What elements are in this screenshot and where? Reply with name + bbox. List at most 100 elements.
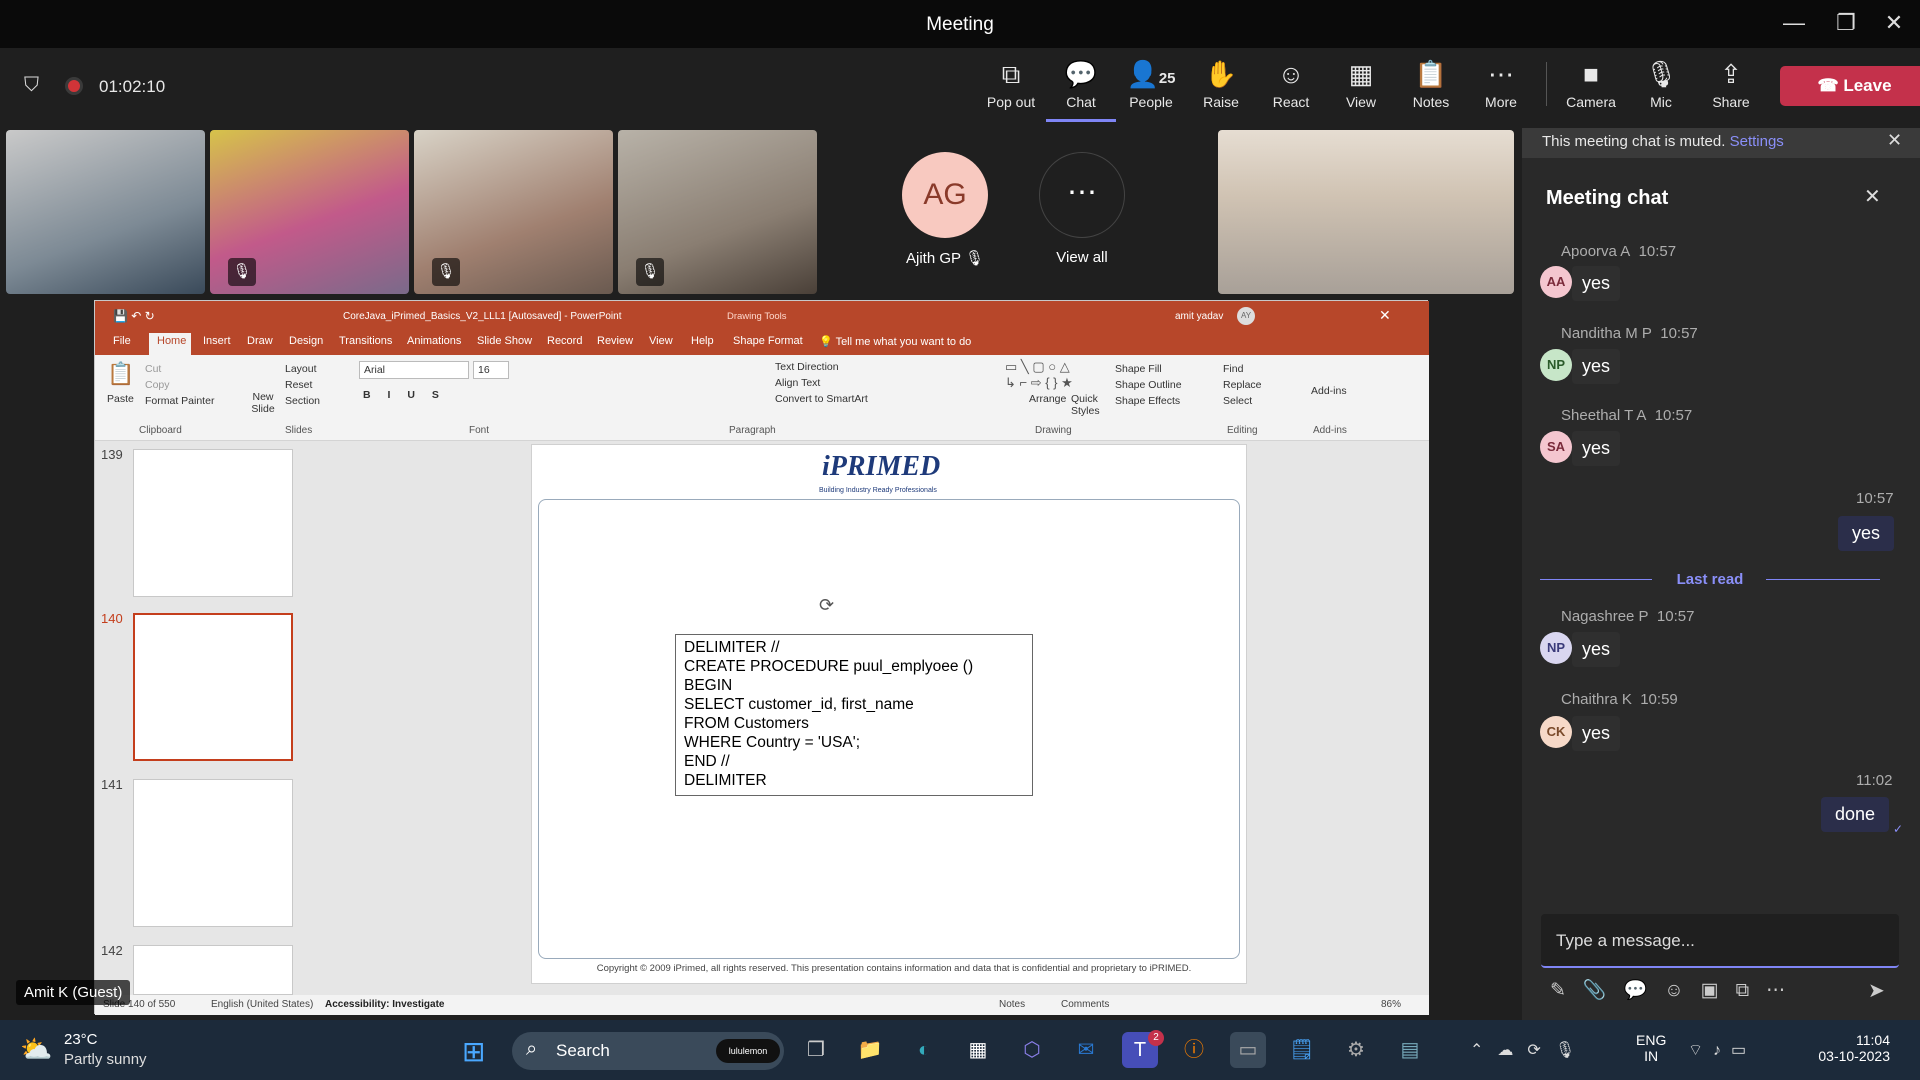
font-name-select[interactable]: Arial — [359, 361, 469, 379]
tab-transitions[interactable]: Transitions — [339, 335, 392, 347]
avatar[interactable]: NP — [1540, 349, 1572, 381]
copy-button[interactable]: Copy — [145, 379, 170, 391]
tray-icons[interactable]: ⌃☁⟳🎙 — [1470, 1040, 1589, 1060]
accessibility-status[interactable]: Accessibility: Investigate — [325, 999, 445, 1010]
camera-button[interactable]: ■ Camera — [1556, 58, 1626, 110]
tab-insert[interactable]: Insert — [203, 335, 231, 347]
window-app-icon[interactable]: ▭ — [1230, 1032, 1266, 1068]
view-button[interactable]: ▦ View — [1326, 58, 1396, 110]
slide-thumb-141[interactable] — [133, 779, 293, 927]
convert-smartart-button[interactable]: Convert to SmartArt — [775, 393, 868, 405]
replace-button[interactable]: Replace — [1223, 379, 1262, 391]
tell-me-box[interactable]: 💡 Tell me what you want to do — [819, 335, 971, 348]
video-tile-1[interactable] — [6, 130, 205, 294]
new-slide-button[interactable]: New Slide — [247, 391, 279, 415]
avatar-ag[interactable]: AG — [902, 152, 988, 238]
tab-file[interactable]: File — [113, 335, 131, 347]
app-icon[interactable]: ⓘ — [1176, 1032, 1212, 1068]
save-icon[interactable]: 💾 ↶ ↻ — [113, 309, 155, 323]
tab-view[interactable]: View — [649, 335, 673, 347]
network-volume-battery-icons[interactable]: ⌔♪▭ — [1688, 1040, 1756, 1060]
cut-button[interactable]: Cut — [145, 363, 161, 375]
addins-button[interactable]: Add-ins — [1311, 385, 1347, 397]
video-tile-2[interactable]: 🎙 — [210, 130, 409, 294]
code-textbox[interactable]: DELIMITER // CREATE PROCEDURE puul_emply… — [675, 634, 1033, 796]
tab-home[interactable]: Home — [157, 335, 186, 347]
layout-button[interactable]: Layout — [285, 363, 317, 375]
shapes-gallery[interactable]: ▭ ╲ ▢ ○ △ ↳ ⌐ ⇨ { } ★ — [1005, 359, 1073, 391]
notes-status-button[interactable]: Notes — [999, 999, 1025, 1010]
tab-shape-format[interactable]: Shape Format — [733, 335, 803, 347]
tab-draw[interactable]: Draw — [247, 335, 273, 347]
minimize-icon[interactable]: — — [1774, 10, 1814, 36]
outlook-icon[interactable]: ✉ — [1068, 1032, 1104, 1068]
close-banner-icon[interactable]: ✕ — [1887, 130, 1902, 151]
rotate-handle-icon[interactable]: ⟳ — [819, 595, 834, 616]
avatar[interactable]: CK — [1540, 716, 1572, 748]
shape-effects-button[interactable]: Shape Effects — [1115, 395, 1180, 407]
view-all-button[interactable]: ⋯ — [1039, 152, 1125, 238]
react-button[interactable]: ☺ React — [1256, 58, 1326, 110]
taskview-icon[interactable]: ❐ — [798, 1032, 834, 1068]
my-chat-message[interactable]: done — [1821, 797, 1890, 832]
copilot-icon[interactable]: ⬡ — [1014, 1032, 1050, 1068]
more-button[interactable]: ⋯ More — [1466, 58, 1536, 110]
leave-button[interactable]: ☎ Leave — [1780, 66, 1920, 106]
notes-button[interactable]: 📋 Notes — [1396, 58, 1466, 110]
find-button[interactable]: Find — [1223, 363, 1243, 375]
share-button[interactable]: ⇪ Share — [1696, 58, 1766, 110]
avatar[interactable]: SA — [1540, 431, 1572, 463]
folder-icon[interactable]: 📁 — [852, 1032, 888, 1068]
tab-review[interactable]: Review — [597, 335, 633, 347]
tab-record[interactable]: Record — [547, 335, 582, 347]
chat-message[interactable]: yes — [1572, 266, 1621, 301]
video-tile-4[interactable]: 🎙 — [618, 130, 817, 294]
chat-message[interactable]: yes — [1572, 431, 1621, 466]
send-icon[interactable]: ➤ — [1868, 978, 1885, 1003]
people-button[interactable]: 👤25 People — [1116, 58, 1186, 110]
avatar[interactable]: NP — [1540, 632, 1572, 664]
paste-icon[interactable]: 📋 — [107, 361, 134, 387]
clock[interactable]: 11:04 03-10-2023 — [1790, 1032, 1890, 1064]
select-button[interactable]: Select — [1223, 395, 1252, 407]
avatar[interactable]: AA — [1540, 266, 1572, 298]
tab-help[interactable]: Help — [691, 335, 714, 347]
chat-message[interactable]: yes — [1572, 632, 1621, 667]
restore-icon[interactable]: ❐ — [1826, 10, 1866, 36]
format-painter-button[interactable]: Format Painter — [145, 395, 214, 407]
raise-button[interactable]: ✋ Raise — [1186, 58, 1256, 110]
my-chat-message[interactable]: yes — [1838, 516, 1895, 551]
edge-icon[interactable]: ◐ — [906, 1032, 942, 1068]
font-size-select[interactable]: 16 — [473, 361, 509, 379]
reset-button[interactable]: Reset — [285, 379, 312, 391]
chat-message[interactable]: yes — [1572, 716, 1621, 751]
language-status[interactable]: English (United States) — [211, 999, 313, 1010]
arrange-button[interactable]: Arrange — [1029, 393, 1066, 405]
paste-button[interactable]: Paste — [107, 393, 134, 405]
notepad-icon[interactable]: 🗒 — [1284, 1032, 1320, 1068]
chat-button[interactable]: 💬 Chat — [1046, 58, 1116, 122]
slide-thumb-139[interactable] — [133, 449, 293, 597]
comments-status-button[interactable]: Comments — [1061, 999, 1109, 1010]
video-tile-3[interactable]: 🎙 — [414, 130, 613, 294]
video-tile-self[interactable] — [1218, 130, 1514, 294]
tab-animations[interactable]: Animations — [407, 335, 461, 347]
mic-button[interactable]: 🎙 Mic — [1626, 58, 1696, 110]
start-icon[interactable]: ⊞ — [462, 1035, 485, 1068]
shape-outline-button[interactable]: Shape Outline — [1115, 379, 1182, 391]
ppt-close-icon[interactable]: ✕ — [1379, 307, 1391, 324]
weather-temp[interactable]: 23°C — [64, 1031, 98, 1048]
close-chat-icon[interactable]: ✕ — [1864, 184, 1881, 209]
settings-icon[interactable]: ⚙ — [1338, 1032, 1374, 1068]
weather-desc[interactable]: Partly sunny — [64, 1051, 147, 1068]
slide-thumb-142[interactable] — [133, 945, 293, 995]
text-direction-button[interactable]: Text Direction — [775, 361, 839, 373]
quick-styles-button[interactable]: Quick Styles — [1071, 393, 1101, 417]
terminal-icon[interactable]: ▤ — [1392, 1032, 1428, 1068]
chat-message[interactable]: yes — [1572, 349, 1621, 384]
ppt-user-avatar[interactable]: AY — [1237, 307, 1255, 325]
close-icon[interactable]: ✕ — [1874, 10, 1914, 36]
settings-link[interactable]: Settings — [1730, 133, 1784, 150]
popout-button[interactable]: ⧉ Pop out — [976, 58, 1046, 110]
slide-thumb-140[interactable] — [133, 613, 293, 761]
